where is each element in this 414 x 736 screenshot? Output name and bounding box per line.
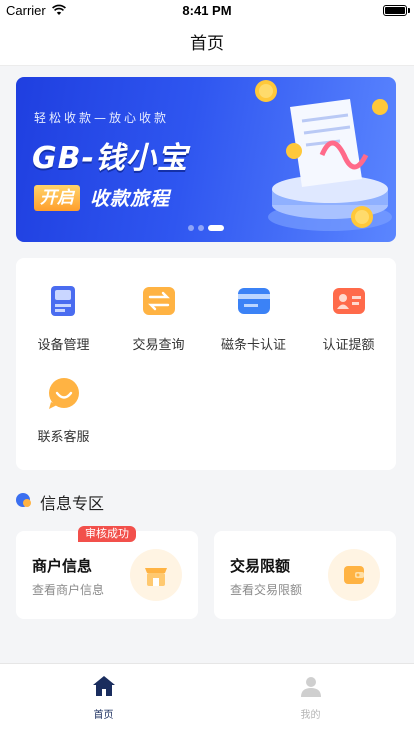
menu-label: 交易查询 xyxy=(132,338,185,353)
menu-label: 磁条卡认证 xyxy=(220,338,286,353)
battery-tip xyxy=(408,8,410,13)
transaction-limit-card[interactable]: 交易限额 查看交易限额 xyxy=(214,531,396,619)
card-title: 交易限额 xyxy=(230,557,291,575)
menu-item-transaction-query[interactable]: 交易查询 xyxy=(111,258,206,353)
section-bullet-icon xyxy=(16,493,31,507)
tab-bar: 首页 我的 xyxy=(0,663,414,736)
tab-label: 我的 xyxy=(300,710,321,721)
tab-label: 首页 xyxy=(93,710,114,721)
section-title: 信息专区 xyxy=(40,494,105,513)
merchant-info-card[interactable]: 审核成功 商户信息 查看商户信息 xyxy=(16,526,198,619)
menu-label: 认证提额 xyxy=(322,338,375,353)
card-icon xyxy=(235,282,273,320)
banner-brand: GB-钱小宝 xyxy=(32,141,188,176)
promo-banner[interactable]: 轻松收款—放心收款 GB-钱小宝 开启 收款旅程 xyxy=(16,77,396,242)
menu-item-card-verification[interactable]: 磁条卡认证 xyxy=(206,258,301,353)
banner-slogan: 轻松收款—放心收款 xyxy=(34,111,170,125)
tab-home[interactable]: 首页 xyxy=(0,664,207,736)
user-icon xyxy=(301,677,321,697)
carousel-indicator[interactable] xyxy=(16,217,396,236)
device-icon xyxy=(45,282,83,320)
page-title: 首页 xyxy=(190,34,224,54)
wallet-icon xyxy=(328,549,380,601)
carousel-dot[interactable] xyxy=(198,224,204,231)
exchange-icon xyxy=(140,282,178,320)
banner-cta-text: 收款旅程 xyxy=(90,188,171,210)
clock: 8:41 PM xyxy=(182,3,232,18)
menu-item-customer-service[interactable]: 联系客服 xyxy=(16,350,111,445)
status-badge: 审核成功 xyxy=(78,526,136,542)
home-icon xyxy=(93,676,115,696)
status-bar: Carrier 8:41 PM xyxy=(0,0,414,22)
card-subtitle: 查看商户信息 xyxy=(32,583,105,597)
carousel-dot-active[interactable] xyxy=(208,224,224,231)
id-card-icon xyxy=(330,282,368,320)
battery-icon xyxy=(383,5,407,16)
function-menu: 设备管理 交易查询 磁条卡认证 认证提额 联系客服 xyxy=(16,258,396,470)
menu-item-limit-increase[interactable]: 认证提额 xyxy=(301,258,396,353)
menu-label: 联系客服 xyxy=(37,430,90,445)
card-subtitle: 查看交易限额 xyxy=(230,583,303,597)
menu-item-device-management[interactable]: 设备管理 xyxy=(16,258,111,353)
store-icon xyxy=(130,549,182,601)
card-title: 商户信息 xyxy=(32,557,93,575)
tab-mine[interactable]: 我的 xyxy=(207,664,414,736)
carousel-dot[interactable] xyxy=(188,224,194,231)
chat-icon xyxy=(45,374,83,412)
banner-cta-chip: 开启 xyxy=(34,185,80,211)
nav-bar: 首页 xyxy=(0,22,414,66)
